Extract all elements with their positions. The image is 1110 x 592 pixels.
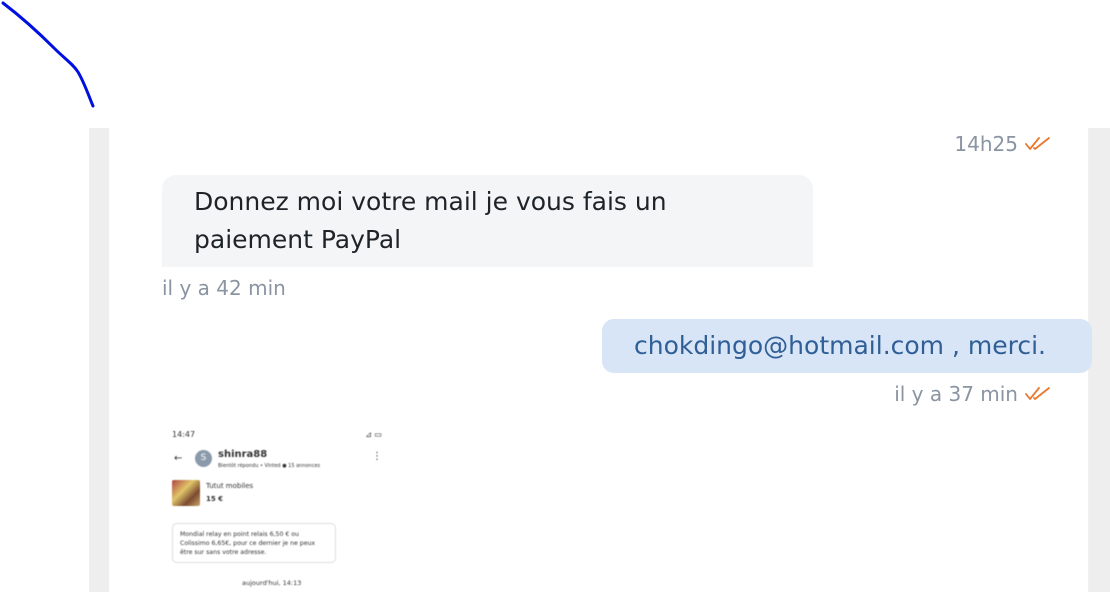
thumb-subtitle: Bientôt répondu • Vinted ● 15 annonces [218, 463, 321, 469]
outgoing-message-time: il y a 37 min [894, 382, 1018, 406]
message-meta-top: 14h25 [954, 132, 1051, 156]
incoming-message-bubble[interactable]: Donnez moi votre mail je vous fais un pa… [162, 175, 813, 267]
outgoing-message-meta: il y a 37 min [894, 382, 1051, 406]
double-check-icon [1025, 387, 1050, 400]
thumb-product-price: 15 € [206, 495, 224, 503]
message-thread[interactable]: 14h25 Donnez moi votre mail je vous fais… [109, 128, 1092, 592]
thumb-menu-icon: ⋮ [372, 451, 382, 462]
thumb-avatar: S [195, 450, 212, 467]
thumb-message-bubble: Mondial relay en point relais 6,50 € ou … [172, 523, 336, 563]
thumb-status-time: 14:47 [172, 430, 196, 439]
thumb-product-name: Tutut mobiles [206, 482, 254, 490]
incoming-message-line-1: Donnez moi votre mail je vous fais un [194, 187, 667, 216]
outgoing-message-bubble[interactable]: chokdingo@hotmail.com , merci. [602, 319, 1092, 373]
incoming-message-time: il y a 42 min [162, 276, 286, 300]
thumb-status-icons: ⊿ ▭ [365, 430, 382, 439]
pen-stroke-annotation [1, 1, 95, 108]
thumb-date: aujourd'hui, 14:13 [242, 579, 302, 587]
image-attachment[interactable]: 14:47 ⊿ ▭ ← S shinra88 Bientôt répondu •… [162, 423, 394, 592]
chat-panel: 14h25 Donnez moi votre mail je vous fais… [89, 128, 1110, 592]
incoming-message-line-2: paiement PayPal [194, 225, 402, 254]
thumb-product-image [172, 480, 200, 506]
thumb-back-arrow-icon: ← [174, 453, 183, 464]
message-time: 14h25 [954, 132, 1018, 156]
outgoing-message-text: chokdingo@hotmail.com , merci. [634, 331, 1046, 360]
double-check-icon [1025, 137, 1050, 150]
thumb-username: shinra88 [218, 449, 268, 460]
